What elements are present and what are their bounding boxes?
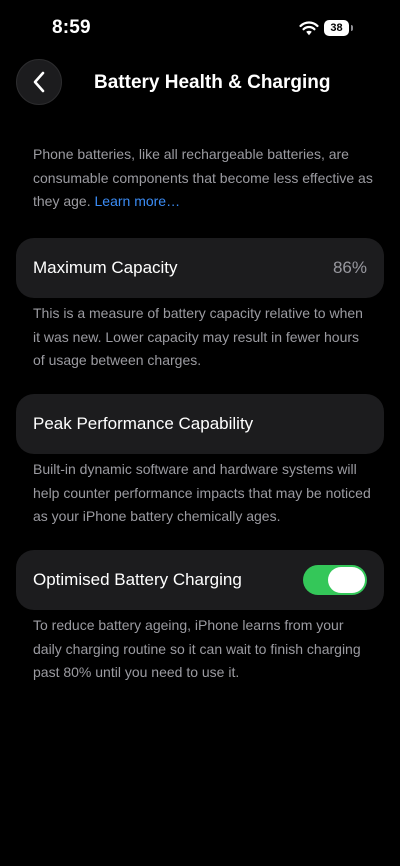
learn-more-link[interactable]: Learn more… <box>95 193 181 209</box>
maximum-capacity-description: This is a measure of battery capacity re… <box>33 305 363 368</box>
back-button[interactable] <box>16 59 62 105</box>
chevron-left-icon <box>32 71 46 93</box>
page-title: Battery Health & Charging <box>94 72 331 93</box>
status-bar: 8:59 38 <box>0 0 400 56</box>
optimised-charging-toggle[interactable] <box>303 565 367 595</box>
battery-icon: 38 <box>324 20 354 36</box>
intro-text: Phone batteries, like all rechargeable b… <box>33 143 373 214</box>
battery-tip <box>351 25 353 31</box>
peak-performance-label: Peak Performance Capability <box>33 414 254 433</box>
battery-level: 38 <box>324 20 349 36</box>
wifi-icon <box>299 20 319 36</box>
maximum-capacity-row: Maximum Capacity 86% <box>16 238 384 298</box>
peak-performance-description: Built-in dynamic software and hardware s… <box>33 461 371 524</box>
optimised-charging-description: To reduce battery ageing, iPhone learns … <box>33 617 361 680</box>
maximum-capacity-value: 86% <box>332 258 367 277</box>
toggle-knob <box>328 567 365 593</box>
status-time: 8:59 <box>52 17 91 38</box>
optimised-charging-label: Optimised Battery Charging <box>33 570 242 589</box>
intro-body: Phone batteries, like all rechargeable b… <box>33 146 373 209</box>
peak-performance-row[interactable]: Peak Performance Capability <box>16 394 384 454</box>
optimised-charging-row: Optimised Battery Charging <box>16 550 384 610</box>
maximum-capacity-label: Maximum Capacity <box>33 258 178 277</box>
